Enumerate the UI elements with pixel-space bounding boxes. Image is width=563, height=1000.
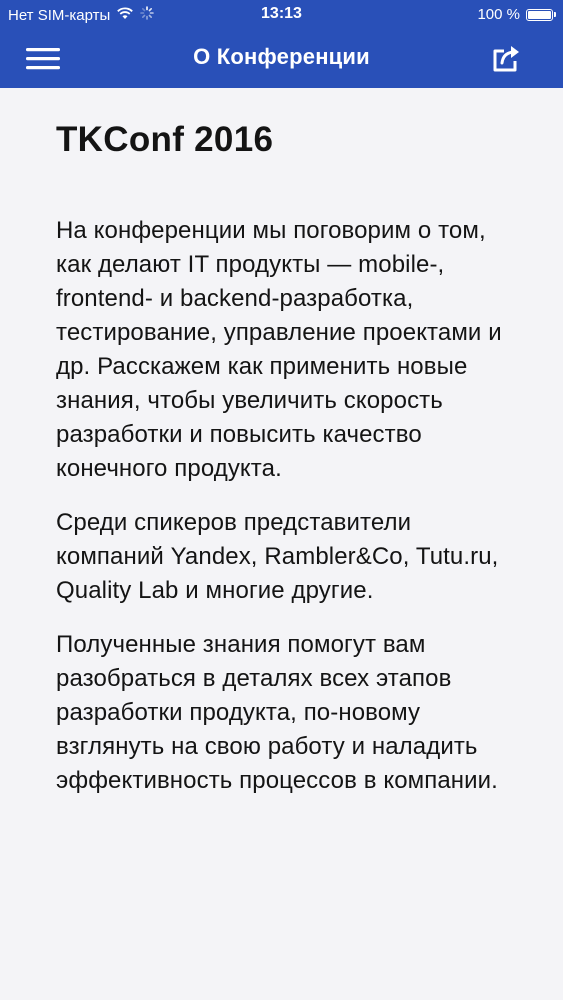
app-header: Нет SIM-карты 13:13 100 % О Конференции bbox=[0, 0, 563, 88]
share-icon[interactable] bbox=[491, 43, 523, 73]
conference-title: TKConf 2016 bbox=[56, 120, 274, 159]
status-right: 100 % bbox=[477, 6, 556, 23]
battery-icon bbox=[526, 8, 556, 21]
description-paragraph: На конференции мы поговорим о том, как д… bbox=[56, 217, 502, 482]
benefits-paragraph: Полученные знания помогут вам разобратьс… bbox=[56, 631, 498, 794]
status-bar: Нет SIM-карты 13:13 100 % bbox=[0, 0, 563, 30]
battery-fill bbox=[528, 10, 551, 19]
navigation-bar: О Конференции bbox=[0, 30, 563, 88]
speakers-paragraph: Среди спикеров представители компаний Ya… bbox=[56, 509, 499, 604]
battery-percent: 100 % bbox=[477, 6, 520, 23]
main-content: TKConf 2016 На конференции мы поговорим … bbox=[0, 88, 563, 818]
page-title: О Конференции bbox=[193, 44, 370, 69]
